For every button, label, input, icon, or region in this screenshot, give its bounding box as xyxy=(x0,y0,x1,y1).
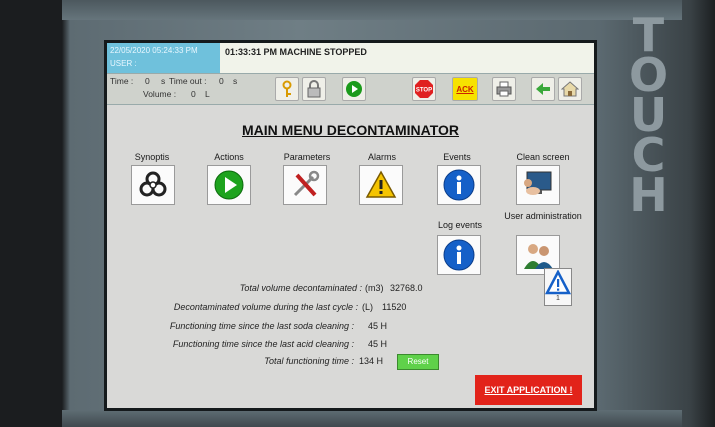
back-arrow-icon xyxy=(536,83,550,95)
stop-icon: STOP xyxy=(415,80,433,98)
menu-label-clean-screen: Clean screen xyxy=(516,152,570,162)
log-events-button[interactable] xyxy=(437,235,481,275)
acid-cleaning-value: 45 H xyxy=(368,339,388,349)
stop-label: STOP xyxy=(416,88,432,94)
exit-application-button[interactable]: EXIT APPLICATION ! xyxy=(475,375,582,405)
start-button[interactable] xyxy=(342,77,366,101)
lock-icon xyxy=(307,80,321,98)
datetime-panel: 22/05/2020 05:24:33 PM USER : xyxy=(107,43,220,73)
lock-button[interactable] xyxy=(302,77,326,101)
total-volume-unit: (m3) xyxy=(365,283,384,293)
bezel-top xyxy=(62,0,682,20)
key-button[interactable] xyxy=(275,77,299,101)
brand-logo: TOUCH xyxy=(628,8,668,222)
back-button[interactable] xyxy=(531,77,555,101)
warning-icon xyxy=(365,170,397,198)
menu-label-actions: Actions xyxy=(214,152,244,162)
play-icon xyxy=(346,81,362,97)
status-bar: 22/05/2020 05:24:33 PM USER : 01:33:31 P… xyxy=(107,43,594,74)
menu-label-synoptis: Synoptis xyxy=(134,152,170,162)
parameters-button[interactable] xyxy=(283,165,327,205)
synoptis-button[interactable] xyxy=(131,165,175,205)
volume-value: 0 xyxy=(191,89,196,99)
total-functioning-label: Total functioning time : xyxy=(264,356,354,366)
timeout-value: 0 xyxy=(219,76,224,86)
alarm-count: 1 xyxy=(556,295,560,302)
biohazard-icon xyxy=(139,171,167,197)
last-cycle-volume-label: Decontaminated volume during the last cy… xyxy=(173,302,358,312)
play-icon xyxy=(214,170,244,200)
home-button[interactable] xyxy=(558,77,582,101)
total-functioning-value: 134 H xyxy=(359,356,384,366)
soda-cleaning-value: 45 H xyxy=(368,321,388,331)
timeout-unit: s xyxy=(233,76,238,86)
key-icon xyxy=(282,80,292,97)
volume-unit: L xyxy=(205,89,210,99)
clean-screen-button[interactable] xyxy=(516,165,560,205)
datetime: 22/05/2020 05:24:33 PM xyxy=(110,46,198,55)
events-button[interactable] xyxy=(437,165,481,205)
total-volume-label: Total volume decontaminated : xyxy=(239,283,362,293)
last-cycle-volume-value: 11520 xyxy=(382,302,407,312)
actions-button[interactable] xyxy=(207,165,251,205)
menu-label-parameters: Parameters xyxy=(283,152,331,162)
menu-label-alarms: Alarms xyxy=(367,152,396,162)
users-icon xyxy=(524,244,553,269)
time-value: 0 xyxy=(145,76,150,86)
time-label: Time : xyxy=(110,76,134,86)
menu-label-events: Events xyxy=(443,152,471,162)
tools-icon xyxy=(293,170,320,197)
alarm-indicator[interactable]: 1 xyxy=(544,268,572,306)
hmi-screen: 22/05/2020 05:24:33 PM USER : 01:33:31 P… xyxy=(104,40,597,411)
time-unit: s xyxy=(161,76,166,86)
clean-screen-icon xyxy=(524,171,552,195)
reset-button[interactable]: Reset xyxy=(397,354,439,370)
ack-button[interactable]: ACK xyxy=(452,77,478,101)
user-label: USER : xyxy=(110,59,137,68)
toolbar: Time : 0 s Time out : 0 s Volume : 0 L S… xyxy=(107,74,594,105)
info-icon xyxy=(443,169,475,201)
soda-cleaning-label: Functioning time since the last soda cle… xyxy=(169,321,354,331)
home-icon xyxy=(561,81,579,97)
bezel-bottom xyxy=(62,410,682,427)
ack-label: ACK xyxy=(456,84,474,94)
alarms-button[interactable] xyxy=(359,165,403,205)
info-icon xyxy=(443,239,475,271)
timeout-label: Time out : xyxy=(169,76,207,86)
menu-label-user-administration: User administration xyxy=(504,211,582,221)
acid-cleaning-label: Functioning time since the last acid cle… xyxy=(172,339,354,349)
menu-label-log-events: Log events xyxy=(437,220,483,230)
total-volume-value: 32768.0 xyxy=(390,283,423,293)
warning-triangle-icon xyxy=(545,270,571,295)
page-title: MAIN MENU DECONTAMINATOR xyxy=(242,122,459,138)
volume-label: Volume : xyxy=(143,89,177,99)
printer-icon xyxy=(496,81,512,97)
stop-button[interactable]: STOP xyxy=(412,77,436,101)
print-button[interactable] xyxy=(492,77,516,101)
status-message: 01:33:31 PM MACHINE STOPPED xyxy=(225,47,367,57)
last-cycle-volume-unit: (L) xyxy=(362,302,373,312)
